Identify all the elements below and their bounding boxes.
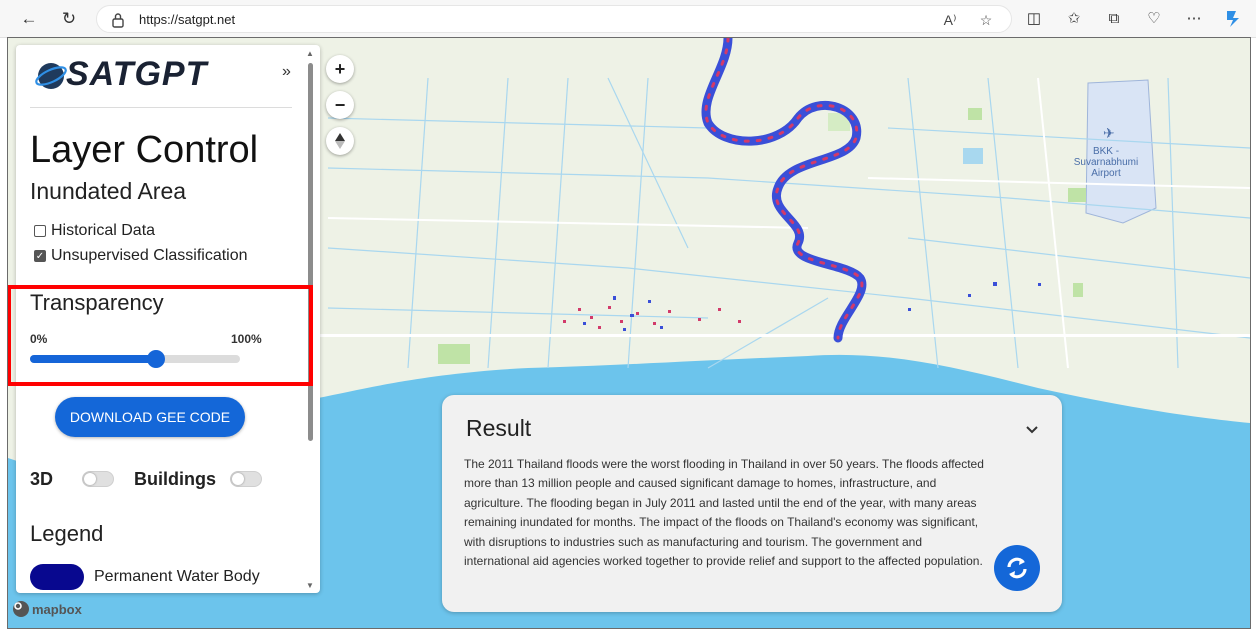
legend-swatch-permanent-water (30, 564, 84, 590)
toggle-knob (232, 473, 244, 485)
legend-label: Permanent Water Body (94, 568, 260, 585)
back-icon[interactable]: ← (16, 6, 42, 32)
mapbox-attribution[interactable]: mapbox (13, 601, 82, 617)
checkbox-unsupervised-classification[interactable]: ✓ Unsupervised Classification (34, 247, 248, 265)
more-menu-icon[interactable]: ⋯ (1184, 9, 1204, 29)
section-inundated-area: Inundated Area (30, 178, 187, 204)
toggle-buildings[interactable] (230, 471, 262, 487)
compass-button[interactable] (326, 127, 354, 155)
address-bar[interactable]: https://satgpt.net A⁾ ☆ (96, 5, 1012, 33)
result-text: The 2011 Thailand floods were the worst … (464, 457, 984, 569)
lock-icon (112, 13, 124, 28)
refresh-button[interactable] (994, 545, 1040, 591)
highlight-box (7, 285, 313, 386)
logo-text: SATGPT (66, 55, 208, 93)
favorites-icon[interactable]: ✩ (1064, 9, 1084, 29)
zoom-out-button[interactable]: − (326, 91, 354, 119)
scroll-up-arrow-icon[interactable]: ▲ (306, 49, 314, 58)
browser-essentials-icon[interactable]: ♡ (1144, 9, 1164, 29)
collapse-panel-button[interactable]: » (282, 63, 291, 81)
svg-text:✈: ✈ (1103, 126, 1115, 142)
checkbox-label: Unsupervised Classification (51, 247, 248, 264)
toggle-3d-label: 3D (30, 469, 54, 489)
toggle-knob (84, 473, 96, 485)
read-aloud-icon[interactable]: A⁾ (941, 11, 959, 29)
browser-toolbar: ← ↻ https://satgpt.net A⁾ ☆ ◫ ✩ ⧉ ♡ ⋯ (0, 0, 1256, 38)
toggle-buildings-label: Buildings (134, 469, 216, 489)
split-screen-icon[interactable]: ◫ (1024, 9, 1044, 29)
reload-icon[interactable]: ↻ (56, 6, 82, 32)
collections-icon[interactable]: ⧉ (1104, 9, 1124, 29)
checkbox-label: Historical Data (51, 222, 156, 239)
legend-title: Legend (30, 521, 104, 546)
satgpt-logo: SATGPT (34, 55, 274, 93)
airport-label: BKK - Suvarnabhumi Airport (1073, 146, 1139, 179)
mapbox-logo-icon (13, 601, 29, 617)
zoom-in-button[interactable]: + (326, 55, 354, 83)
toggle-3d[interactable] (82, 471, 114, 487)
url-text[interactable]: https://satgpt.net (139, 12, 235, 27)
divider (30, 107, 292, 108)
scroll-down-arrow-icon[interactable]: ▼ (306, 581, 314, 590)
mapbox-label: mapbox (32, 601, 82, 617)
checkbox-box[interactable] (34, 225, 46, 237)
copilot-icon[interactable] (1222, 7, 1246, 31)
checkbox-historical-data[interactable]: Historical Data (34, 222, 155, 240)
favorite-star-icon[interactable]: ☆ (977, 11, 995, 29)
globe-icon (35, 63, 67, 89)
chevron-down-icon[interactable] (1026, 421, 1038, 437)
panel-title: Layer Control (30, 129, 259, 171)
checkbox-box-checked[interactable]: ✓ (34, 250, 46, 262)
download-gee-code-button[interactable]: DOWNLOAD GEE CODE (55, 397, 245, 437)
result-title: Result (466, 415, 532, 441)
refresh-icon (1007, 557, 1027, 579)
result-card: Result The 2011 Thailand floods were the… (442, 395, 1062, 612)
compass-icon (335, 133, 345, 149)
